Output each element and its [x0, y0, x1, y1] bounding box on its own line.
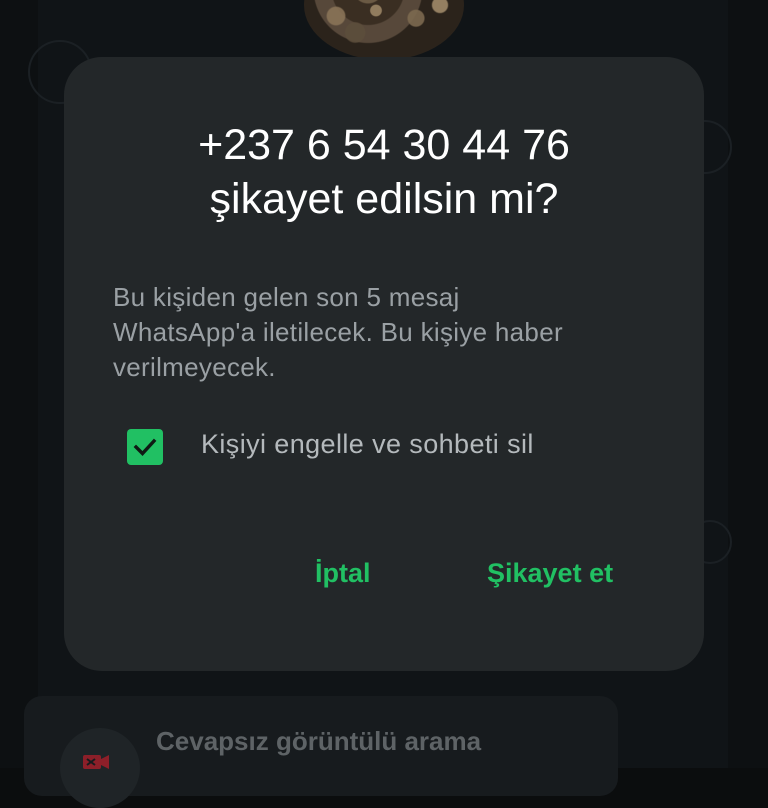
cancel-button[interactable]: İptal	[315, 558, 371, 589]
dialog-title-question: şikayet edilsin mi?	[209, 175, 559, 223]
block-contact-checkbox[interactable]	[127, 429, 163, 465]
dialog-message-line: Bu kişiden gelen son 5 mesaj	[113, 282, 460, 312]
contact-avatar	[304, 0, 464, 60]
checkmark-icon	[133, 438, 157, 456]
block-contact-option[interactable]: Kişiyi engelle ve sohbeti sil	[127, 427, 533, 467]
dialog-message-line: verilmeyecek.	[113, 352, 276, 382]
missed-call-label: Cevapsız görüntülü arama	[156, 726, 482, 756]
dialog-title: +237 6 54 30 44 76 şikayet edilsin mi?	[0, 118, 768, 226]
block-contact-label[interactable]: Kişiyi engelle ve sohbeti sil	[201, 429, 534, 460]
report-button[interactable]: Şikayet et	[487, 558, 613, 589]
missed-video-call-icon	[81, 747, 111, 777]
dialog-message: Bu kişiden gelen son 5 mesaj WhatsApp'a …	[113, 280, 673, 385]
dialog-title-phone: +237 6 54 30 44 76	[198, 121, 570, 169]
dialog-message-line: WhatsApp'a iletilecek. Bu kişiye haber	[113, 317, 563, 347]
avatar-photo	[304, 0, 464, 60]
